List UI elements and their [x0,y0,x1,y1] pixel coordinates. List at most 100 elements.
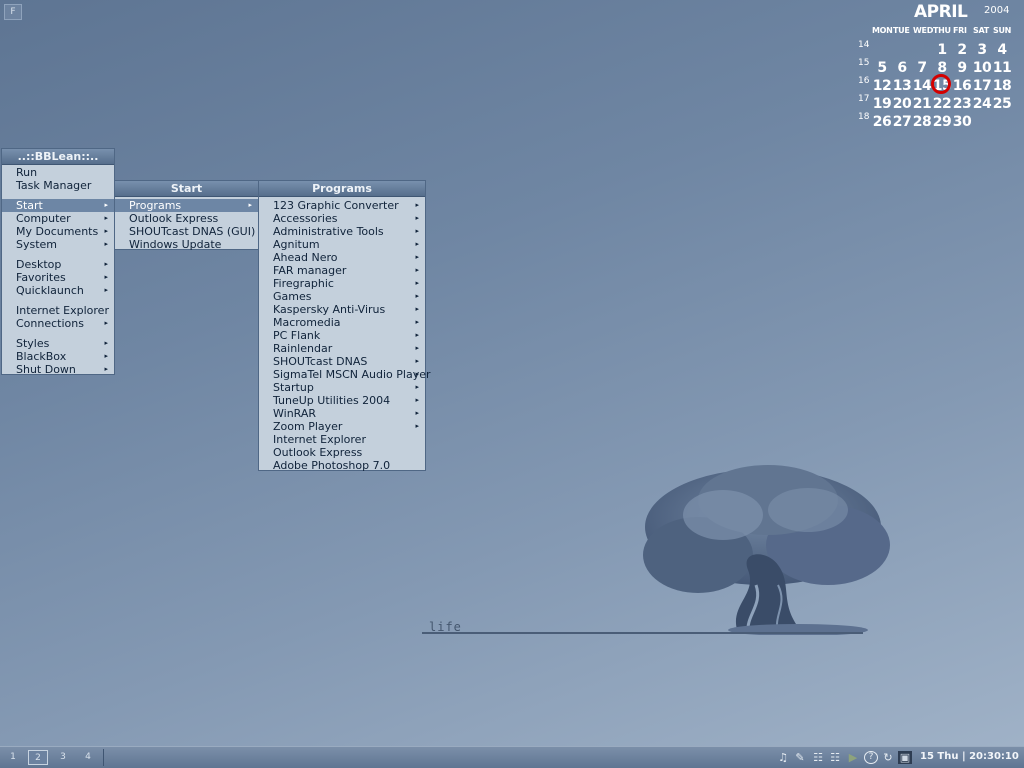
bblean-item-label: Desktop [16,258,62,271]
programs-item-label: Outlook Express [273,446,363,459]
calendar-day[interactable]: 27 [892,114,912,130]
workspace-button-1[interactable]: 1 [3,750,23,765]
submenu-arrow-icon: ▸ [415,331,419,339]
calendar-day[interactable]: 18 [992,78,1012,94]
taskbar-clock[interactable]: 15 Thu | 20:30:10 [920,751,1019,762]
programs-item-rainlendar[interactable]: Rainlendar ▸ [259,342,425,355]
bblean-item-blackbox[interactable]: BlackBox ▸ [2,350,114,363]
calendar-day[interactable]: 21 [912,96,932,112]
toolbar-menu-button[interactable]: F [4,4,22,20]
programs-item-macromedia[interactable]: Macromedia ▸ [259,316,425,329]
calendar-week-number: 16 [858,76,870,86]
calendar-weekday: SAT [973,26,989,35]
bblean-item-label: Computer [16,212,71,225]
workspace-button-3[interactable]: 3 [53,750,73,765]
network-icon[interactable]: ☷ [811,751,825,764]
calendar-day[interactable]: 25 [992,96,1012,112]
calendar-day[interactable]: 9 [952,60,972,76]
calendar-day[interactable]: 22 [932,96,952,112]
app-icon[interactable]: ▣ [898,751,912,764]
calendar-day[interactable]: 16 [952,78,972,94]
programs-item-kaspersky-anti-virus[interactable]: Kaspersky Anti-Virus ▸ [259,303,425,316]
programs-item-shoutcast-dnas[interactable]: SHOUTcast DNAS ▸ [259,355,425,368]
calendar-day[interactable]: 26 [872,114,892,130]
calendar-day[interactable]: 28 [912,114,932,130]
calendar-day[interactable]: 10 [972,60,992,76]
start-item-outlook-express[interactable]: Outlook Express [115,212,258,225]
programs-item-123-graphic-converter[interactable]: 123 Graphic Converter ▸ [259,199,425,212]
calendar-day[interactable]: 4 [992,42,1012,58]
programs-item-agnitum[interactable]: Agnitum ▸ [259,238,425,251]
submenu-arrow-icon: ▸ [415,409,419,417]
bblean-item-my-documents[interactable]: My Documents ▸ [2,225,114,238]
bblean-item-styles[interactable]: Styles ▸ [2,337,114,350]
programs-item-tuneup-utilities-2004[interactable]: TuneUp Utilities 2004 ▸ [259,394,425,407]
calendar-day[interactable]: 7 [912,60,932,76]
submenu-arrow-icon: ▸ [415,318,419,326]
calendar-day[interactable]: 20 [892,96,912,112]
submenu-arrow-icon: ▸ [415,422,419,430]
calendar-day[interactable]: 14 [912,78,932,94]
bblean-item-task-manager[interactable]: Task Manager [2,179,114,192]
bblean-item-label: My Documents [16,225,99,238]
refresh-icon[interactable]: ↻ [881,751,895,764]
submenu-arrow-icon: ▸ [104,286,108,294]
bblean-item-run[interactable]: Run [2,166,114,179]
workspace-button-2[interactable]: 2 [28,750,48,765]
start-item-programs[interactable]: Programs ▸ [115,199,258,212]
programs-item-internet-explorer[interactable]: Internet Explorer [259,433,425,446]
calendar-year: 2004 [984,5,1010,16]
bblean-item-shut-down[interactable]: Shut Down ▸ [2,363,114,376]
programs-item-administrative-tools[interactable]: Administrative Tools ▸ [259,225,425,238]
programs-item-label: SigmaTel MSCN Audio Player [273,368,431,381]
calendar-day[interactable]: 3 [972,42,992,58]
programs-item-label: Agnitum [273,238,320,251]
programs-item-zoom-player[interactable]: Zoom Player ▸ [259,420,425,433]
programs-item-firegraphic[interactable]: Firegraphic ▸ [259,277,425,290]
bblean-item-quicklaunch[interactable]: Quicklaunch ▸ [2,284,114,297]
calendar-day[interactable]: 13 [892,78,912,94]
calendar-day[interactable]: 12 [872,78,892,94]
calendar-day[interactable]: 19 [872,96,892,112]
start-item-shoutcast-dnas-gui[interactable]: SHOUTcast DNAS (GUI) [115,225,258,238]
calendar-day[interactable]: 5 [872,60,892,76]
network-icon[interactable]: ☷ [828,751,842,764]
programs-item-adobe-photoshop-7-0[interactable]: Adobe Photoshop 7.0 [259,459,425,472]
programs-item-winrar[interactable]: WinRAR ▸ [259,407,425,420]
programs-item-label: Internet Explorer [273,433,366,446]
programs-item-label: Ahead Nero [273,251,338,264]
submenu-arrow-icon: ▸ [415,396,419,404]
calendar-day[interactable]: 23 [952,96,972,112]
calendar-day[interactable]: 1 [932,42,952,58]
workspace-button-4[interactable]: 4 [78,750,98,765]
programs-item-startup[interactable]: Startup ▸ [259,381,425,394]
calendar-day[interactable]: 30 [952,114,972,130]
calendar-day[interactable]: 6 [892,60,912,76]
pen-icon[interactable]: ✎ [793,751,807,764]
calendar-day[interactable]: 24 [972,96,992,112]
programs-item-accessories[interactable]: Accessories ▸ [259,212,425,225]
bblean-item-desktop[interactable]: Desktop ▸ [2,258,114,271]
bblean-item-connections[interactable]: Connections ▸ [2,317,114,330]
start-item-windows-update[interactable]: Windows Update [115,238,258,251]
bblean-item-system[interactable]: System ▸ [2,238,114,251]
speaker-icon[interactable]: ♫ [776,751,790,764]
calendar-day[interactable]: 11 [992,60,1012,76]
programs-item-far-manager[interactable]: FAR manager ▸ [259,264,425,277]
programs-item-outlook-express[interactable]: Outlook Express [259,446,425,459]
programs-item-pc-flank[interactable]: PC Flank ▸ [259,329,425,342]
bblean-item-computer[interactable]: Computer ▸ [2,212,114,225]
programs-item-label: 123 Graphic Converter [273,199,399,212]
calendar-day[interactable]: 29 [932,114,952,130]
bblean-item-internet-explorer[interactable]: Internet Explorer [2,304,114,317]
programs-item-games[interactable]: Games ▸ [259,290,425,303]
submenu-arrow-icon: ▸ [104,352,108,360]
calendar-day[interactable]: 2 [952,42,972,58]
play-icon[interactable]: ▶ [846,751,860,764]
programs-item-ahead-nero[interactable]: Ahead Nero ▸ [259,251,425,264]
calendar-day[interactable]: 17 [972,78,992,94]
bblean-item-favorites[interactable]: Favorites ▸ [2,271,114,284]
bblean-item-start[interactable]: Start ▸ [2,199,114,212]
programs-item-sigmatel-mscn-audio-player[interactable]: SigmaTel MSCN Audio Player ▸ [259,368,431,381]
help-icon[interactable]: ? [864,751,878,764]
